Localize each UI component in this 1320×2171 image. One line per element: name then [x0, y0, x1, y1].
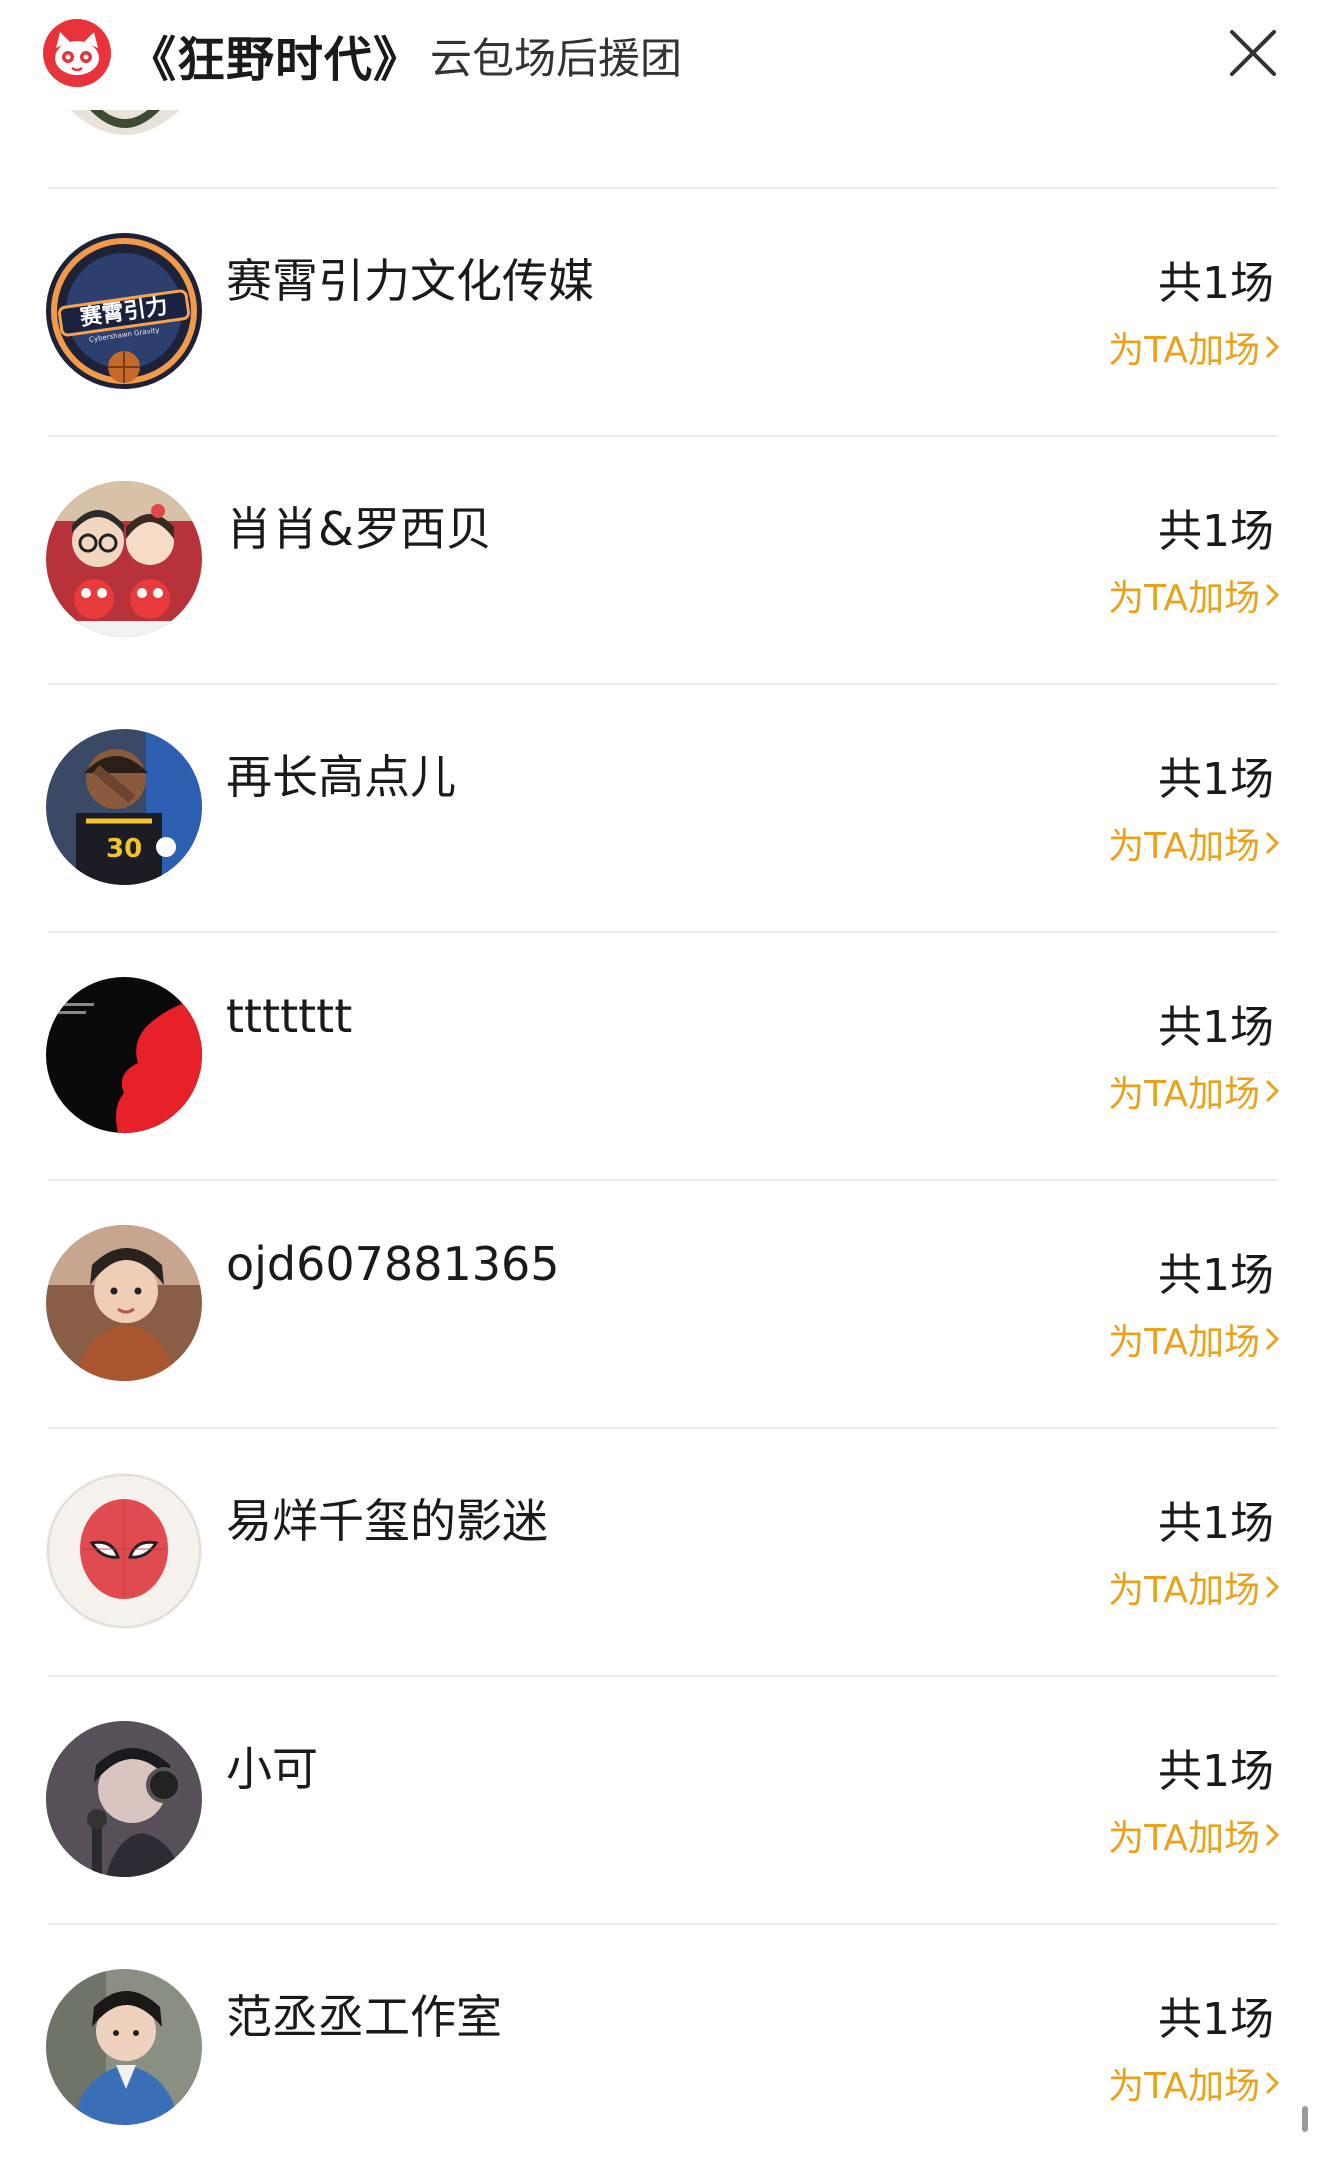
- supporter-name: ojd607881365: [226, 1237, 560, 1291]
- add-show-label: 为TA加场: [1108, 330, 1260, 371]
- chevron-right-icon: [1265, 583, 1280, 607]
- add-show-button[interactable]: 为TA加场: [1108, 1561, 1280, 1613]
- add-show-button[interactable]: 为TA加场: [1108, 1313, 1280, 1365]
- chevron-right-icon: [1265, 1575, 1280, 1599]
- list-item[interactable]: 肖肖&罗西贝 共1场 为TA加场: [0, 437, 1320, 683]
- chevron-right-icon: [1265, 1327, 1280, 1351]
- list-item[interactable]: 30 再长高点儿 共1场 为TA加场: [0, 685, 1320, 931]
- supporter-name: 赛霄引力文化传媒: [226, 254, 594, 308]
- supporter-name: 小可: [226, 1742, 318, 1796]
- add-show-label: 为TA加场: [1108, 1074, 1260, 1115]
- supporter-name: 易烊千玺的影迷: [226, 1494, 548, 1548]
- page-title: 《狂野时代》 云包场后援团: [128, 22, 682, 88]
- chevron-right-icon: [1265, 335, 1280, 359]
- list-item[interactable]: 范丞丞工作室 共1场 为TA加场: [0, 1925, 1320, 2171]
- show-count: 共1场: [1158, 1746, 1274, 1797]
- avatar[interactable]: [46, 481, 202, 637]
- supporter-name: 再长高点儿: [226, 750, 456, 804]
- list-item[interactable]: 易烊千玺的影迷 共1场 为TA加场: [0, 1429, 1320, 1675]
- chevron-right-icon: [1265, 1079, 1280, 1103]
- close-x-icon[interactable]: [1226, 26, 1280, 80]
- add-show-label: 为TA加场: [1108, 1818, 1260, 1859]
- list-item[interactable]: 小可 共1场 为TA加场: [0, 1677, 1320, 1923]
- avatar[interactable]: [46, 977, 202, 1133]
- list-item[interactable]: ojd607881365 共1场 为TA加场: [0, 1181, 1320, 1427]
- supporter-name: ttttttt: [226, 989, 353, 1043]
- avatar[interactable]: [46, 1969, 202, 2125]
- header: 《狂野时代》 云包场后援团: [0, 0, 1320, 110]
- page-subtitle: 云包场后援团: [430, 33, 683, 83]
- avatar[interactable]: [46, 1225, 202, 1381]
- add-show-label: 为TA加场: [1108, 1570, 1260, 1611]
- add-show-button[interactable]: 为TA加场: [1108, 1809, 1280, 1861]
- add-show-button[interactable]: 为TA加场: [1108, 1065, 1280, 1117]
- show-count: 共1场: [1158, 1002, 1274, 1053]
- add-show-label: 为TA加场: [1108, 578, 1260, 619]
- show-count: 共1场: [1158, 754, 1274, 805]
- svg-text:30: 30: [106, 834, 142, 864]
- list-item[interactable]: 赛霄引力 Cybershawn Gravity 赛霄引力文化传媒 共1场 为TA…: [0, 189, 1320, 435]
- supporter-name: 范丞丞工作室: [226, 1990, 502, 2044]
- show-count: 共1场: [1158, 506, 1274, 557]
- add-show-button[interactable]: 为TA加场: [1108, 817, 1280, 869]
- chevron-right-icon: [1265, 2071, 1280, 2095]
- add-show-label: 为TA加场: [1108, 2066, 1260, 2107]
- show-count: 共1场: [1158, 1250, 1274, 1301]
- show-count: 共1场: [1158, 258, 1274, 309]
- add-show-label: 为TA加场: [1108, 826, 1260, 867]
- show-count: 共1场: [1158, 1498, 1274, 1549]
- avatar[interactable]: 赛霄引力 Cybershawn Gravity: [46, 233, 202, 389]
- list-item[interactable]: ttttttt 共1场 为TA加场: [0, 933, 1320, 1179]
- supporter-name: 肖肖&罗西贝: [226, 502, 492, 556]
- add-show-button[interactable]: 为TA加场: [1108, 2057, 1280, 2109]
- show-count: 共1场: [1158, 1994, 1274, 2045]
- scrollbar[interactable]: [1302, 2106, 1308, 2132]
- avatar[interactable]: 30: [46, 729, 202, 885]
- film-title: 《狂野时代》: [128, 32, 423, 88]
- chevron-right-icon: [1265, 1823, 1280, 1847]
- add-show-button[interactable]: 为TA加场: [1108, 569, 1280, 621]
- avatar[interactable]: [46, 1473, 202, 1629]
- add-show-button[interactable]: 为TA加场: [1108, 321, 1280, 373]
- add-show-label: 为TA加场: [1108, 1322, 1260, 1363]
- avatar[interactable]: [46, 1721, 202, 1877]
- chevron-right-icon: [1265, 831, 1280, 855]
- maoyan-cat-logo-icon: [42, 18, 112, 88]
